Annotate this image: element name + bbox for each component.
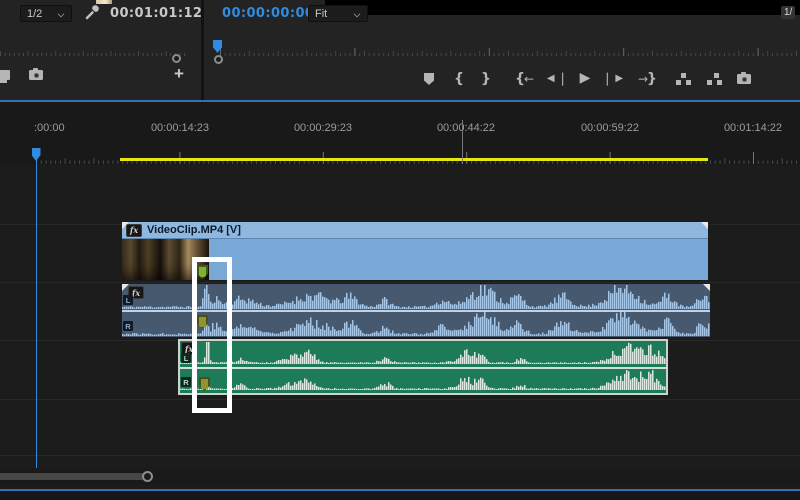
program-fit-select[interactable]: Fit bbox=[308, 5, 368, 22]
ruler-label: :00:00 bbox=[34, 122, 65, 134]
play-button[interactable]: ▶ bbox=[576, 69, 594, 87]
settings-monitor-icon[interactable] bbox=[0, 70, 10, 80]
scrollbar-zoom-handle[interactable] bbox=[142, 471, 153, 482]
mark-in-button[interactable]: { bbox=[450, 70, 468, 88]
video-clip-header: fx VideoClip.MP4 [V] bbox=[122, 222, 708, 238]
music-lane-right bbox=[180, 369, 666, 394]
source-zoom-value: 1/2 bbox=[27, 8, 42, 20]
step-back-button[interactable]: ◀▕ bbox=[546, 70, 564, 88]
source-zoom-handle[interactable] bbox=[172, 54, 181, 63]
program-monitor-controls: 00:00:00:00 Fit 1/ { } {← ◀▕ ▶ ▏▶ →} bbox=[204, 0, 800, 100]
premiere-timeline-workspace: 1/2 00:01:01:12 + 00:00:00:00 Fit bbox=[0, 0, 800, 500]
goto-out-button[interactable]: →} bbox=[636, 70, 660, 88]
edit-point-line bbox=[462, 120, 463, 164]
lift-button[interactable] bbox=[674, 70, 692, 88]
playhead-line bbox=[36, 160, 38, 468]
source-mini-ruler[interactable] bbox=[0, 42, 188, 56]
ruler-label: 00:00:29:23 bbox=[294, 122, 352, 134]
waveform bbox=[180, 342, 666, 366]
program-corner-zoom[interactable]: 1/ bbox=[781, 6, 795, 19]
program-mini-ruler[interactable] bbox=[220, 42, 800, 56]
program-timecode[interactable]: 00:00:00:00 bbox=[222, 6, 314, 21]
track-divider bbox=[0, 282, 800, 283]
music-clip[interactable]: fx L R bbox=[178, 339, 668, 395]
source-monitor-controls: 1/2 00:01:01:12 + bbox=[0, 0, 201, 100]
below-panel-strip bbox=[0, 491, 800, 500]
chevron-down-icon bbox=[58, 10, 65, 17]
clip-notch-icon bbox=[122, 222, 129, 229]
settings-wrench-icon[interactable] bbox=[84, 4, 100, 20]
goto-in-button[interactable]: {← bbox=[512, 70, 536, 88]
horizontal-scrollbar-thumb[interactable] bbox=[0, 473, 145, 480]
chevron-down-icon bbox=[354, 10, 361, 17]
ruler-label: 00:00:44:22 bbox=[437, 122, 495, 134]
channel-badge-right: R bbox=[181, 377, 191, 387]
mark-out-button[interactable]: } bbox=[477, 70, 495, 88]
source-timecode: 00:01:01:12 bbox=[110, 6, 202, 21]
ruler-label: 00:00:59:22 bbox=[581, 122, 639, 134]
add-marker-button[interactable] bbox=[420, 70, 438, 88]
channel-badge-left: L bbox=[123, 295, 133, 305]
channel-divider bbox=[180, 367, 666, 369]
music-lane-left bbox=[180, 341, 666, 367]
ruler-label: 00:01:14:22 bbox=[724, 122, 782, 134]
extract-button[interactable] bbox=[705, 70, 723, 88]
clip-notch-icon bbox=[701, 222, 708, 229]
program-video-edge bbox=[325, 0, 800, 15]
ruler-label: 00:00:14:23 bbox=[151, 122, 209, 134]
render-bar bbox=[120, 158, 708, 161]
step-forward-button[interactable]: ▏▶ bbox=[606, 70, 624, 88]
channel-badge-right: R bbox=[123, 321, 133, 331]
export-frame-camera-icon[interactable] bbox=[29, 70, 43, 80]
channel-badge-left: L bbox=[181, 353, 191, 363]
source-zoom-select[interactable]: 1/2 bbox=[20, 5, 72, 22]
waveform bbox=[180, 369, 666, 393]
track-divider bbox=[0, 399, 800, 400]
timeline-panel: :00:00 00:00:14:23 00:00:29:23 00:00:44:… bbox=[0, 102, 800, 489]
export-frame-button[interactable] bbox=[735, 70, 753, 88]
program-fit-value: Fit bbox=[315, 8, 327, 20]
video-clip-name: VideoClip.MP4 [V] bbox=[147, 224, 241, 236]
ruler-ticks bbox=[36, 148, 800, 164]
track-divider bbox=[0, 455, 800, 456]
program-zoom-handle[interactable] bbox=[214, 55, 223, 64]
add-button[interactable]: + bbox=[174, 64, 184, 84]
highlight-box bbox=[192, 257, 232, 413]
